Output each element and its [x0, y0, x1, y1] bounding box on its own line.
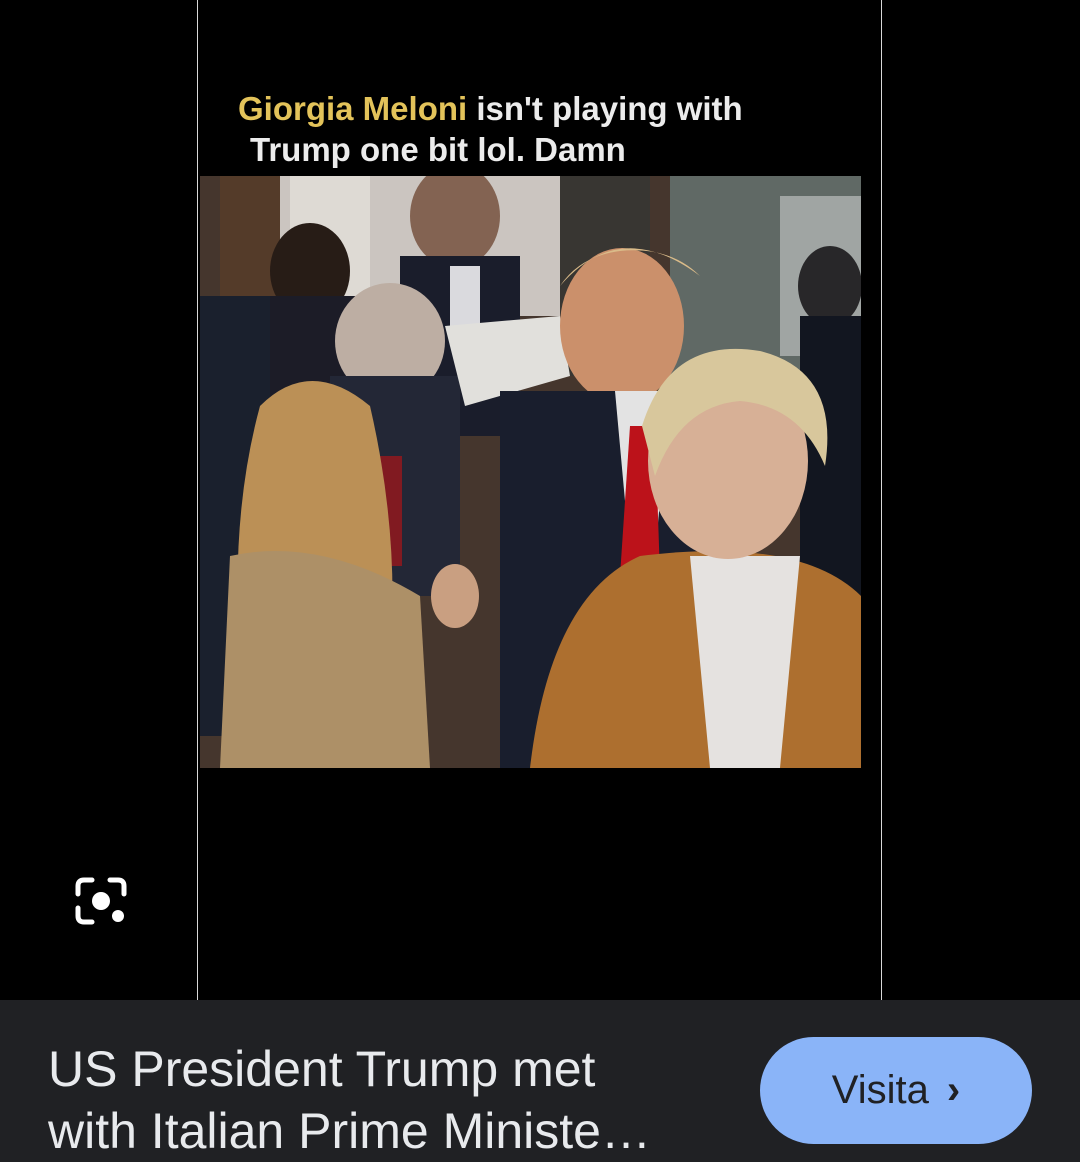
google-lens-icon — [75, 877, 127, 925]
image-viewer: Giorgia Meloni isn't playing with Trump … — [0, 0, 1080, 1000]
caption-highlight: Giorgia Meloni — [238, 90, 468, 127]
visit-label: Visita — [831, 1068, 929, 1112]
result-title-line2: with Italian Prime Ministe… — [48, 1103, 651, 1159]
image-frame[interactable]: Giorgia Meloni isn't playing with Trump … — [197, 0, 882, 1000]
caption-text: isn't playing with — [467, 90, 743, 127]
result-title-line1: US President Trump met — [48, 1041, 596, 1097]
result-title[interactable]: US President Trump met with Italian Prim… — [48, 1038, 728, 1162]
meme-caption-line2: Trump one bit lol. Damn — [250, 131, 626, 168]
visit-button[interactable]: Visita › — [760, 1037, 1032, 1144]
chevron-right-icon: › — [946, 1068, 961, 1112]
video-frame — [200, 176, 861, 768]
meme-caption-line1: Giorgia Meloni isn't playing with — [238, 88, 848, 129]
meme-caption: Giorgia Meloni isn't playing with Trump … — [238, 88, 848, 170]
search-result-bar: US President Trump met with Italian Prim… — [0, 1000, 1080, 1162]
google-lens-button[interactable] — [70, 872, 132, 930]
video-scene — [200, 176, 861, 768]
